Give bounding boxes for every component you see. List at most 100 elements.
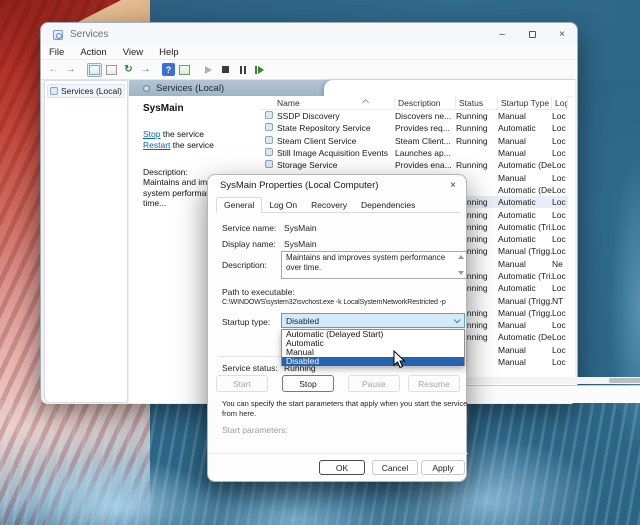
State Repository Service[interactable]: State Repository Service Provides req...… [259,122,568,134]
Steam Client Service[interactable]: Steam Client Service Steam Client... Run… [259,135,568,147]
desktop: Services – × FileActionViewHelp Services… [0,0,640,525]
services-node-icon [50,87,58,95]
service-gear-icon [265,123,273,131]
dropdown-option[interactable]: Disabled [282,357,464,366]
dialog-tab[interactable]: Recovery [304,198,354,212]
minimize-button[interactable]: – [487,23,517,46]
dialog-description-label: Description: [222,260,267,270]
pause-button[interactable]: Pause [348,375,400,392]
service-action-line: Restart the service [143,140,259,151]
menu-item[interactable]: Help [151,47,187,58]
cell-name: Still Image Acquisition Events [277,148,395,158]
maximize-button[interactable] [517,23,547,46]
export-list-icon[interactable] [138,63,153,77]
cell-logon: Loc [552,173,568,183]
cell-logon: Loc [552,271,568,281]
pause-service-icon[interactable] [235,63,250,77]
dropdown-option[interactable]: Manual [282,348,464,357]
cell-startup-type: Manual [498,320,552,330]
service-action-link[interactable]: Stop [143,129,161,139]
start-service-icon[interactable] [201,63,216,77]
dialog-tab[interactable]: Dependencies [354,198,422,212]
service-gear-icon [265,160,273,168]
cell-description: Discovers ne... [395,111,456,121]
show-console-tree-icon[interactable] [87,63,102,77]
scroll-down-icon[interactable] [458,271,464,275]
cell-logon: Loc [552,222,568,232]
cell-name: SSDP Discovery [277,111,395,121]
description-scrollbar[interactable] [457,254,465,278]
refresh-icon[interactable] [121,63,136,77]
dialog-close-icon[interactable]: × [450,180,456,191]
menu-item[interactable]: File [41,47,72,58]
window-title: Services [70,29,108,40]
SSDP Discovery[interactable]: SSDP Discovery Discovers ne... Running M… [259,110,568,122]
horizontal-scrollbar-thumb[interactable] [609,378,640,383]
back-icon[interactable] [46,63,61,77]
mouse-cursor [393,350,406,369]
dialog-tab[interactable]: General [216,197,262,213]
Storage Service[interactable]: Storage Service Provides ena... Running … [259,159,568,171]
tree-item-services-local[interactable]: Services (Local) [47,84,125,98]
cell-startup-type: Manual [498,357,552,367]
cell-startup-type: Manual [498,148,552,158]
cell-logon: Loc [552,160,568,170]
startup-type-combobox[interactable]: Disabled [281,313,465,328]
ok-button[interactable]: OK [319,460,365,475]
cell-startup-type: Automatic [498,283,552,293]
chevron-down-icon [454,316,461,323]
apply-button[interactable]: Apply [421,460,465,475]
stop-button[interactable]: Stop [282,375,334,392]
title-bar[interactable]: Services – × [41,23,577,46]
start-button[interactable]: Start [216,375,268,392]
dialog-title-bar[interactable]: SysMain Properties (Local Computer) × [208,175,466,195]
content-header-band: Services (Local) [129,80,575,96]
column-header-description[interactable]: Description [395,96,456,109]
Still Image Acquisition Events[interactable]: Still Image Acquisition Events Launches … [259,147,568,159]
path-value: C:\WINDOWS\system32\svchost.exe -k Local… [222,299,446,306]
cell-startup-type: Automatic [498,234,552,244]
cell-name: Steam Client Service [277,136,395,146]
cell-status: Running [456,111,498,121]
cell-status: Running [456,123,498,133]
column-header-name[interactable]: Name [259,96,395,109]
cell-description: Provides req... [395,123,456,133]
cell-logon: Loc [552,148,568,158]
footer-separator [208,453,468,454]
cell-description: Provides ena... [395,160,456,170]
cell-logon: Loc [552,197,568,207]
console-tree-pane: Services (Local) [44,80,128,403]
start-parameters-note: You can specify the start parameters tha… [222,399,468,418]
dialog-tab[interactable]: Log On [262,198,304,212]
cell-logon: Loc [552,345,568,355]
service-name-label: Service name: [222,223,276,233]
description-field[interactable]: Maintains and improves system performanc… [281,251,467,279]
dropdown-option[interactable]: Automatic [282,339,464,348]
cell-logon: Loc [552,123,568,133]
cell-logon: Loc [552,234,568,244]
cell-startup-type: Manual (Trigg... [498,246,552,256]
cell-startup-type: Automatic (De... [498,185,552,195]
dropdown-option[interactable]: Automatic (Delayed Start) [282,330,464,339]
cell-logon: Loc [552,185,568,195]
cell-startup-type: Manual (Trigg... [498,308,552,318]
properties-icon[interactable] [104,63,119,77]
dialog-tabs: GeneralLog OnRecoveryDependencies [216,197,460,213]
menu-item[interactable]: Action [72,47,114,58]
column-header-status[interactable]: Status [456,96,498,109]
service-action-link[interactable]: Restart [143,140,170,150]
resume-button[interactable]: Resume [408,375,460,392]
menu-item[interactable]: View [115,47,151,58]
cell-status: Running [456,160,498,170]
cell-description: Launches ap... [395,148,456,158]
scroll-up-icon[interactable] [458,255,464,259]
close-button[interactable]: × [547,23,577,46]
column-header-startup-type[interactable]: Startup Type [498,96,552,109]
column-header-logon[interactable]: Log [552,96,568,109]
restart-service-icon[interactable] [252,63,267,77]
help-icon[interactable] [162,63,175,76]
show-window-icon[interactable] [177,63,192,77]
stop-service-icon[interactable] [218,63,233,77]
cancel-button[interactable]: Cancel [372,460,418,475]
forward-icon[interactable] [63,63,78,77]
